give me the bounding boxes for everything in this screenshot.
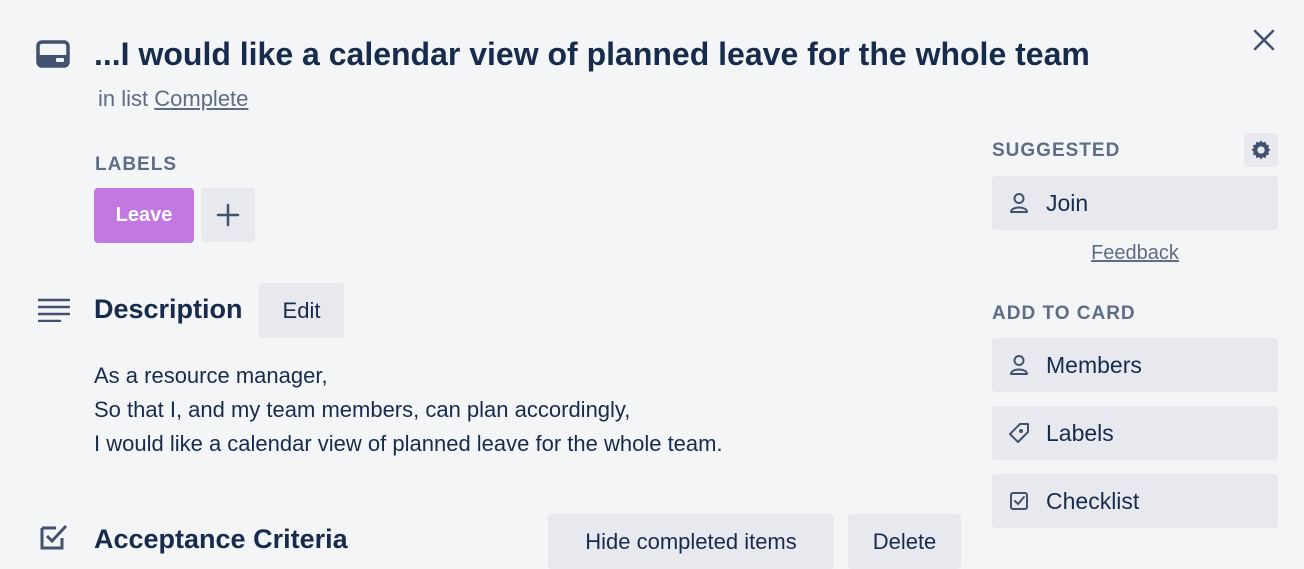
- label-leave[interactable]: Leave: [94, 188, 194, 243]
- card-icon: [36, 40, 70, 68]
- close-icon[interactable]: [1250, 26, 1278, 54]
- checklist-button[interactable]: Checklist: [992, 474, 1278, 528]
- add-to-card-heading: ADD TO CARD: [992, 303, 1136, 324]
- feedback-link[interactable]: Feedback: [992, 240, 1278, 266]
- description-line: So that I, and my team members, can plan…: [94, 397, 631, 422]
- suggested-heading: SUGGESTED: [992, 140, 1121, 161]
- checklist-icon: [38, 522, 70, 550]
- list-link[interactable]: Complete: [154, 86, 248, 111]
- labels-heading: LABELS: [95, 154, 177, 175]
- labels-label: Labels: [1046, 419, 1114, 446]
- in-list-prefix: in list: [98, 86, 149, 111]
- description-icon: [37, 298, 71, 323]
- checklist-label: Checklist: [1046, 487, 1140, 514]
- description-line: I would like a calendar view of planned …: [94, 431, 723, 456]
- members-button[interactable]: Members: [992, 338, 1278, 392]
- description-line: As a resource manager,: [94, 363, 328, 388]
- edit-description-button[interactable]: Edit: [259, 283, 344, 338]
- labels-button[interactable]: Labels: [992, 406, 1278, 460]
- add-label-button[interactable]: [201, 188, 255, 242]
- delete-checklist-button[interactable]: Delete: [848, 514, 961, 569]
- in-list: in list Complete: [98, 86, 248, 112]
- description-heading: Description: [94, 294, 243, 324]
- plus-icon: [216, 203, 240, 227]
- card-title: ...I would like a calendar view of plann…: [94, 36, 1090, 72]
- description-text[interactable]: As a resource manager, So that I, and my…: [94, 359, 723, 461]
- checklist-icon: [1006, 488, 1032, 514]
- members-label: Members: [1046, 351, 1142, 378]
- hide-completed-button[interactable]: Hide completed items: [548, 514, 834, 569]
- tag-icon: [1006, 420, 1032, 446]
- acceptance-heading: Acceptance Criteria: [94, 524, 348, 554]
- person-icon: [1006, 352, 1032, 378]
- join-label: Join: [1046, 189, 1089, 216]
- gear-icon[interactable]: [1244, 133, 1278, 167]
- person-icon: [1006, 190, 1032, 216]
- join-button[interactable]: Join: [992, 176, 1278, 230]
